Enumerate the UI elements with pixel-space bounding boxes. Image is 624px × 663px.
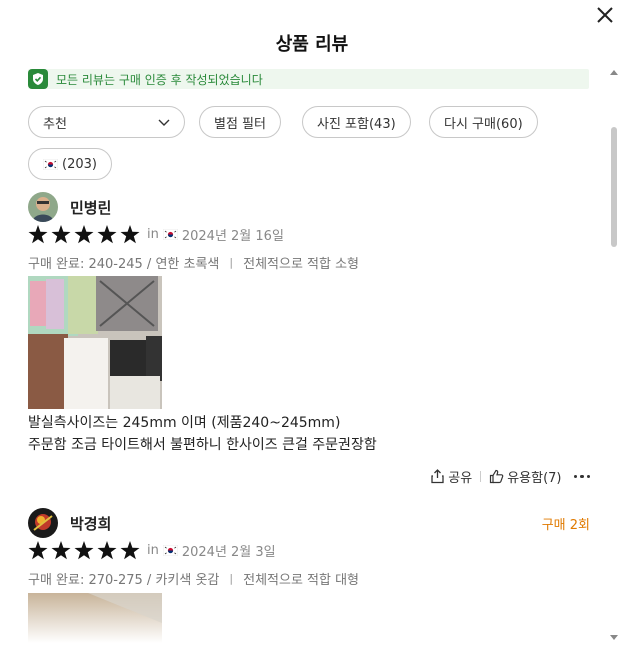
review-text-line: 발실측사이즈는 245mm 이며 (제품240~245mm) [28, 415, 341, 431]
photo-filter-button[interactable]: 사진 포함(43) [302, 106, 411, 138]
review-date: 2024년 2월 3일 [181, 545, 276, 560]
review-photo[interactable] [28, 276, 162, 409]
star-icon [97, 225, 117, 244]
purchase-option: 구매 완료: 270-275 / 카키색 옷감 [28, 573, 220, 588]
repurchase-badge: 구매 2회 [541, 518, 590, 533]
share-button[interactable]: 공유 [430, 467, 472, 486]
share-icon [431, 469, 444, 484]
star-icon [51, 541, 71, 560]
in-label: in [147, 543, 159, 558]
share-label: 공유 [448, 471, 473, 486]
review-item: 박경희 구매 2회 in 2024년 2월 3일 구매 완료: 270-275 … [28, 508, 590, 663]
star-icon [51, 225, 71, 244]
reviewer-name: 박경희 [70, 515, 112, 533]
review-photo[interactable] [28, 593, 162, 643]
notice-text: 모든 리뷰는 구매 인증 후 작성되었습니다 [56, 72, 263, 87]
repurchase-filter-label: 다시 구매(60) [444, 116, 523, 132]
helpful-button[interactable]: 유용함(7) [489, 467, 562, 486]
star-icon [28, 225, 48, 244]
shield-check-icon [28, 69, 48, 89]
purchase-info: 구매 완료: 240-245 / 연한 초록색 | 전체적으로 적합 소형 [28, 253, 359, 272]
review-item: 민병린 in 2024년 2월 16일 구매 완료: 240-245 / 연한 … [28, 192, 590, 492]
in-label: in [147, 227, 159, 242]
sort-dropdown[interactable]: 추천 [28, 106, 185, 138]
country-filter-label: (203) [62, 156, 97, 172]
scroll-down-arrow[interactable] [610, 635, 618, 640]
close-icon [597, 7, 613, 23]
fit-info: 전체적으로 적합 대형 [243, 573, 360, 588]
divider: | [229, 572, 234, 585]
photo-filter-label: 사진 포함(43) [317, 116, 396, 132]
review-text-line: 주문함 조금 타이트해서 불편하니 한사이즈 큰걸 주문권장함 [28, 437, 377, 453]
avatar [28, 192, 58, 222]
star-rating: in 2024년 2월 3일 [28, 541, 276, 560]
reviewer-name: 민병린 [70, 199, 112, 217]
sort-label: 추천 [43, 116, 67, 132]
review-text: 발실측사이즈는 245mm 이며 (제품240~245mm) 주문함 조금 타이… [28, 412, 377, 456]
helpful-label: 유용함(7) [507, 471, 562, 486]
review-actions: 공유 유용함(7) [430, 467, 590, 486]
purchase-info: 구매 완료: 270-275 / 카키색 옷감 | 전체적으로 적합 대형 [28, 569, 359, 588]
divider [480, 471, 482, 482]
star-icon [74, 225, 94, 244]
scrollbar-thumb[interactable] [611, 127, 617, 247]
star-icon [120, 541, 140, 560]
korea-flag-icon [162, 229, 178, 240]
review-date: 2024년 2월 16일 [181, 229, 284, 244]
korea-flag-icon [43, 158, 58, 170]
close-button[interactable] [594, 4, 616, 26]
fit-info: 전체적으로 적합 소형 [243, 257, 360, 272]
divider: | [229, 256, 234, 269]
verified-notice: 모든 리뷰는 구매 인증 후 작성되었습니다 [28, 69, 589, 89]
purchase-option: 구매 완료: 240-245 / 연한 초록색 [28, 257, 220, 272]
star-icon [97, 541, 117, 560]
star-rating: in 2024년 2월 16일 [28, 225, 284, 244]
thumbs-up-icon [490, 469, 504, 484]
rating-filter-label: 별점 필터 [214, 116, 266, 132]
star-icon [74, 541, 94, 560]
korea-flag-icon [162, 545, 178, 556]
chevron-down-icon [158, 119, 170, 126]
page-title: 상품 리뷰 [275, 34, 349, 55]
rating-filter-button[interactable]: 별점 필터 [199, 106, 281, 138]
more-options-button[interactable] [573, 474, 590, 479]
country-filter-button[interactable]: (203) [28, 148, 112, 180]
star-icon [28, 541, 48, 560]
scroll-up-arrow[interactable] [610, 70, 618, 75]
avatar [28, 508, 58, 538]
repurchase-filter-button[interactable]: 다시 구매(60) [429, 106, 538, 138]
star-icon [120, 225, 140, 244]
scrollbar[interactable] [610, 70, 618, 640]
